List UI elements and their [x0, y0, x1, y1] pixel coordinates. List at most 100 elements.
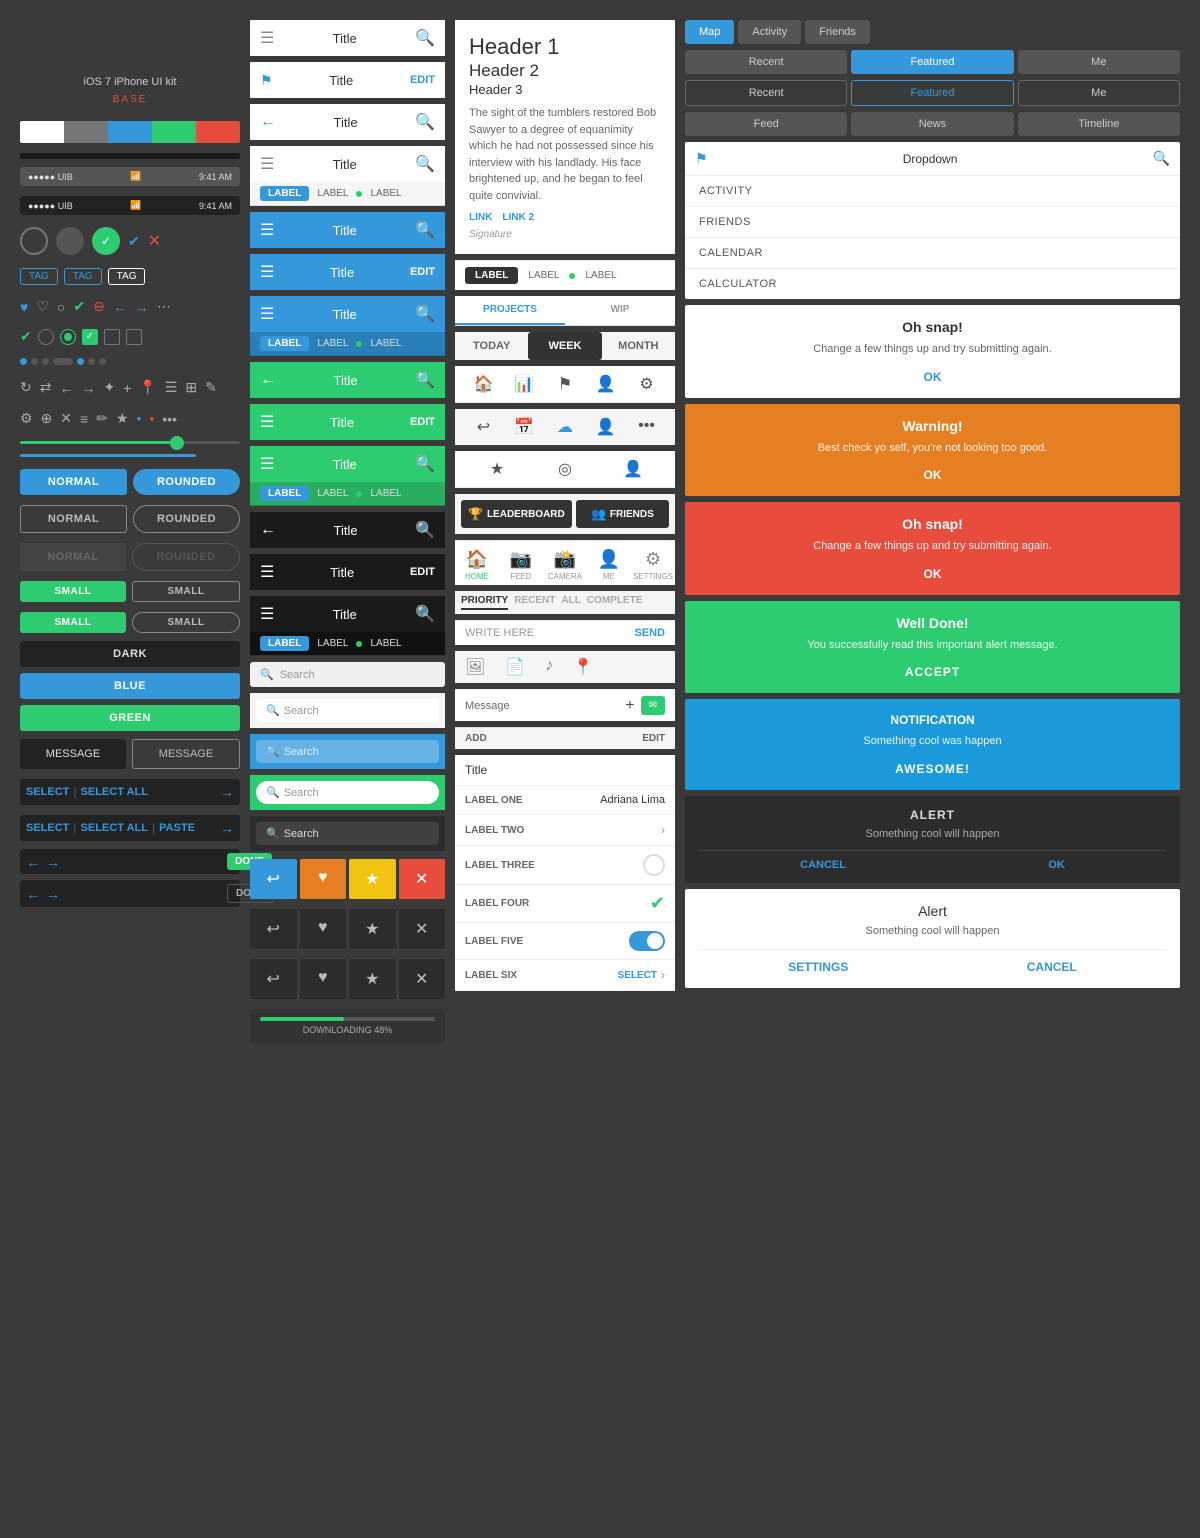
- article-link1[interactable]: LINK: [469, 212, 492, 223]
- write-here-label[interactable]: WRITE HERE: [465, 627, 628, 639]
- hamburger-icon7[interactable]: ☰: [260, 454, 274, 474]
- hamburger-icon3[interactable]: ☰: [260, 220, 274, 240]
- dropdown-item-friends[interactable]: FRIENDS: [685, 207, 1180, 238]
- heart-btn[interactable]: ♥: [300, 859, 347, 899]
- music-attach-icon[interactable]: ♪: [545, 657, 553, 677]
- time-tab-today[interactable]: TODAY: [455, 332, 528, 360]
- hamburger-icon2[interactable]: ☰: [260, 154, 274, 174]
- edit-btn-blue1[interactable]: EDIT: [410, 266, 435, 278]
- hamburger-icon5[interactable]: ☰: [260, 304, 274, 324]
- person-icon-tab[interactable]: 👤: [585, 374, 626, 394]
- forward-arrow-btn1[interactable]: →: [46, 854, 60, 870]
- dropdown-item-calendar[interactable]: CALENDAR: [685, 238, 1180, 269]
- search-icon-green2[interactable]: 🔍: [415, 454, 435, 474]
- select-all-btn1[interactable]: SELECT ALL: [81, 786, 148, 798]
- add-icon[interactable]: +: [625, 697, 634, 715]
- dark-full-button[interactable]: DARK: [20, 641, 240, 667]
- home-icon-tab[interactable]: 🏠: [463, 374, 504, 394]
- checkbox-square[interactable]: [126, 329, 142, 345]
- tab-projects[interactable]: PROJECTS: [455, 296, 565, 325]
- select-btn1[interactable]: SELECT: [26, 786, 69, 798]
- normal-blue-button[interactable]: NORMAL: [20, 469, 127, 495]
- blue-full-button[interactable]: BLUE: [20, 673, 240, 699]
- tag-blue1[interactable]: TAG: [20, 268, 58, 285]
- toggle-off[interactable]: [643, 854, 665, 876]
- search-icon1[interactable]: 🔍: [415, 28, 435, 48]
- message-btn1[interactable]: MESSAGE: [20, 739, 126, 769]
- calendar-icon2[interactable]: 📅: [504, 417, 545, 437]
- bottom-settings[interactable]: ⚙ SETTINGS: [631, 541, 675, 585]
- search-inner-blue[interactable]: 🔍 Search: [256, 740, 439, 763]
- tab-wip[interactable]: WIP: [565, 296, 675, 325]
- bottom-home[interactable]: 🏠 HOME: [455, 541, 499, 585]
- person-icon2[interactable]: 👤: [585, 417, 626, 437]
- priority-tab[interactable]: PRIORITY: [461, 595, 508, 610]
- all-tab[interactable]: ALL: [561, 595, 580, 610]
- search-icon-dark1[interactable]: 🔍: [415, 520, 435, 540]
- reply-btn[interactable]: ↩: [250, 859, 297, 899]
- settings-btn[interactable]: SETTINGS: [788, 960, 848, 974]
- location-attach-icon[interactable]: 📍: [573, 657, 593, 677]
- small-green-button2[interactable]: SMALL: [20, 612, 126, 633]
- me-pill2[interactable]: Me: [1018, 80, 1180, 106]
- hamburger-icon9[interactable]: ☰: [260, 604, 274, 624]
- delete-dark-btn[interactable]: ✕: [399, 909, 446, 949]
- ok-btn1[interactable]: OK: [1048, 859, 1065, 871]
- complete-tab[interactable]: COMPLETE: [587, 595, 643, 610]
- search-icon2[interactable]: 🔍: [415, 112, 435, 132]
- warning-ok-btn[interactable]: OK: [699, 468, 1166, 482]
- hamburger-icon6[interactable]: ☰: [260, 412, 274, 432]
- oh-snap-ok-btn[interactable]: OK: [699, 370, 1166, 384]
- awesome-btn[interactable]: AWESOME!: [699, 762, 1166, 776]
- normal-outline-button[interactable]: NORMAL: [20, 505, 127, 533]
- tag-blue2[interactable]: TAG: [64, 268, 102, 285]
- time-tab-month[interactable]: MONTH: [602, 332, 675, 360]
- hamburger-icon1[interactable]: ☰: [260, 28, 274, 48]
- edit-btn-msg[interactable]: EDIT: [642, 733, 665, 744]
- send-btn[interactable]: SEND: [634, 627, 665, 639]
- image-attach-icon[interactable]: 🖼: [465, 657, 485, 677]
- hamburger-icon8[interactable]: ☰: [260, 562, 274, 582]
- tag-white[interactable]: TAG: [108, 268, 146, 285]
- reply-dark-btn[interactable]: ↩: [250, 909, 297, 949]
- recent-tab[interactable]: RECENT: [514, 595, 555, 610]
- back-arrow-btn1[interactable]: ←: [26, 854, 40, 870]
- small-outline-rounded-button[interactable]: SMALL: [132, 612, 240, 633]
- delete-btn[interactable]: ✕: [399, 859, 446, 899]
- star-dark-btn2[interactable]: ★: [349, 959, 396, 999]
- dropdown-item-calculator[interactable]: CALCULATOR: [685, 269, 1180, 299]
- small-outline-button1[interactable]: SMALL: [132, 581, 240, 602]
- search-icon-green1[interactable]: 🔍: [415, 370, 435, 390]
- radio-checked[interactable]: [60, 329, 76, 345]
- slider-thumb[interactable]: [170, 436, 184, 450]
- gear-icon-tab[interactable]: ⚙: [626, 374, 667, 394]
- search-inner-dark[interactable]: 🔍 Search: [256, 822, 439, 845]
- star-btn[interactable]: ★: [349, 859, 396, 899]
- message-btn2[interactable]: MESSAGE: [132, 739, 240, 769]
- search-icon3[interactable]: 🔍: [415, 154, 435, 174]
- featured-pill2[interactable]: Featured: [851, 80, 1013, 106]
- back-icon-green[interactable]: ←: [260, 371, 276, 389]
- news-pill[interactable]: News: [851, 112, 1013, 136]
- keyboard-input2[interactable]: [66, 887, 221, 901]
- person-icon-tab2[interactable]: 👤: [599, 459, 667, 479]
- search-inner-green[interactable]: 🔍 Search: [256, 781, 439, 804]
- input-done-row1[interactable]: ← → DONE: [20, 849, 240, 874]
- search-inner-white[interactable]: 🔍 Search: [256, 699, 439, 722]
- article-link2[interactable]: LINK 2: [502, 212, 534, 223]
- slider-row[interactable]: [20, 437, 240, 461]
- back-arrow-btn2[interactable]: ←: [26, 886, 40, 902]
- checkbox-checked[interactable]: ✓: [82, 329, 98, 345]
- edit-btn-dark1[interactable]: EDIT: [410, 566, 435, 578]
- cancel-btn2[interactable]: CANCEL: [1027, 960, 1077, 974]
- hamburger-icon4[interactable]: ☰: [260, 262, 274, 282]
- rounded-blue-button[interactable]: ROUNDED: [133, 469, 240, 495]
- recent-pill1[interactable]: Recent: [685, 50, 847, 74]
- message-send-btn[interactable]: ✉: [641, 696, 665, 715]
- reply-dark-btn2[interactable]: ↩: [250, 959, 297, 999]
- radio-empty[interactable]: [38, 329, 54, 345]
- small-green-button1[interactable]: SMALL: [20, 581, 126, 602]
- feed-pill[interactable]: Feed: [685, 112, 847, 136]
- timeline-pill[interactable]: Timeline: [1018, 112, 1180, 136]
- edit-btn-green1[interactable]: EDIT: [410, 416, 435, 428]
